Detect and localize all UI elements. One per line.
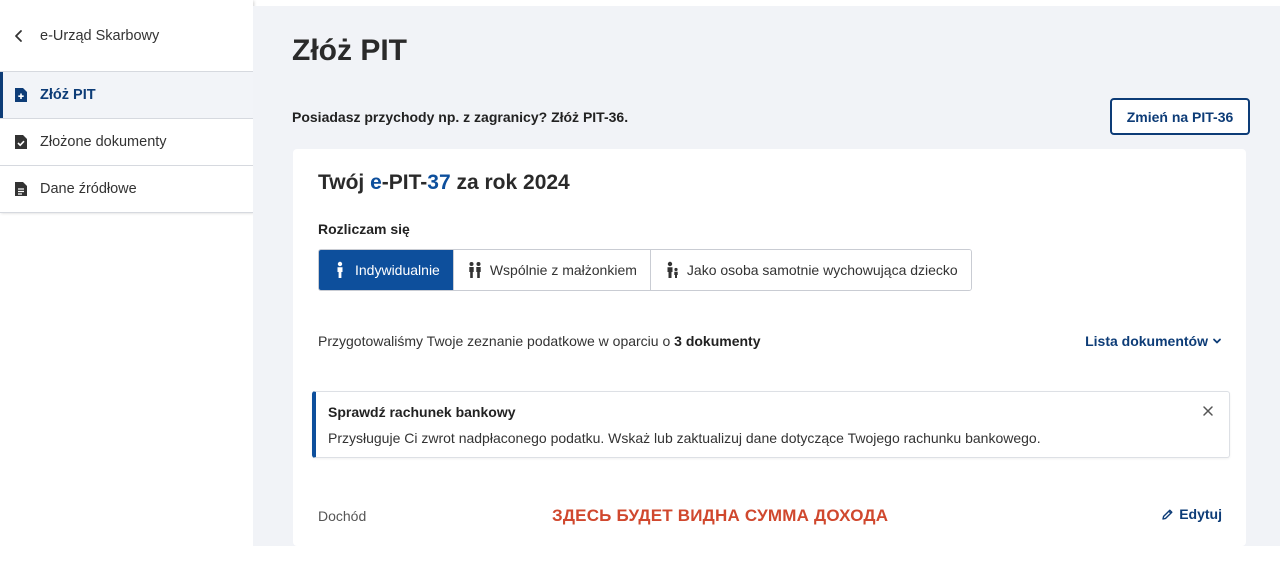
chevron-down-icon (1213, 338, 1221, 344)
pit-card: Twój e-PIT-37 za rok 2024 Rozliczam się … (293, 149, 1246, 546)
option-label: Jako osoba samotnie wychowująca dziecko (686, 262, 958, 278)
foreign-income-text: Posiadasz przychody np. z zagranicy? Złó… (292, 109, 629, 125)
document-list-label: Lista dokumentów (1085, 333, 1208, 349)
close-icon[interactable] (1201, 404, 1215, 418)
income-placeholder-note: ЗДЕСЬ БУДЕТ ВИДНА СУММА ДОХОДА (552, 506, 889, 525)
parent-child-icon (667, 261, 678, 278)
file-text-icon (15, 182, 27, 196)
file-plus-icon (15, 88, 27, 102)
edit-label: Edytuj (1179, 506, 1222, 522)
alert-body: Przysługuje Ci zwrot nadpłaconego podatk… (328, 430, 1041, 446)
sidebar: e-Urząd Skarbowy Złóż PIT Złożone dokume… (0, 0, 253, 213)
option-label: Indywidualnie (355, 262, 440, 278)
edit-income-link[interactable]: Edytuj (1161, 506, 1222, 522)
sidebar-item-zloz-pit[interactable]: Złóż PIT (0, 72, 253, 119)
couple-icon (469, 262, 481, 278)
back-link-label: e-Urząd Skarbowy (40, 27, 160, 44)
page-title: Złóż PIT (292, 34, 407, 67)
pencil-icon (1162, 509, 1173, 520)
card-title: Twój e-PIT-37 za rok 2024 (318, 171, 570, 195)
prepared-count: 3 dokumenty (674, 333, 761, 349)
sidebar-item-label: Złożone dokumenty (40, 134, 167, 150)
option-joint[interactable]: Wspólnie z małżonkiem (453, 250, 651, 290)
bank-account-alert: Sprawdź rachunek bankowy Przysługuje Ci … (312, 391, 1230, 458)
title-number: 37 (427, 171, 451, 194)
settlement-type-selector: Indywidualnie Wspólnie z małżonkiem Jako… (318, 249, 972, 291)
sidebar-item-dane-zrodlowe[interactable]: Dane źródłowe (0, 166, 253, 213)
document-list-toggle[interactable]: Lista dokumentów (1085, 333, 1222, 349)
option-individual[interactable]: Indywidualnie (319, 250, 454, 290)
prepared-info: Przygotowaliśmy Twoje zeznanie podatkowe… (318, 333, 761, 349)
title-mid: -PIT- (381, 171, 428, 194)
title-suffix: za rok 2024 (450, 171, 570, 194)
option-single-parent[interactable]: Jako osoba samotnie wychowująca dziecko (650, 250, 971, 290)
sidebar-item-zlozone-dokumenty[interactable]: Złożone dokumenty (0, 119, 253, 166)
chevron-left-icon (15, 29, 22, 42)
alert-title: Sprawdź rachunek bankowy (328, 404, 516, 420)
title-prefix: Twój (318, 171, 371, 194)
sidebar-item-label: Dane źródłowe (40, 181, 137, 197)
person-icon (337, 261, 343, 278)
prepared-text: Przygotowaliśmy Twoje zeznanie podatkowe… (318, 333, 675, 349)
income-label: Dochód (318, 508, 367, 524)
settlement-label: Rozliczam się (318, 221, 410, 237)
option-label: Wspólnie z małżonkiem (489, 262, 637, 278)
title-e: e (370, 171, 382, 194)
switch-to-pit36-button[interactable]: Zmień na PIT-36 (1110, 98, 1250, 135)
file-check-icon (15, 135, 27, 149)
main-content: Złóż PIT Posiadasz przychody np. z zagra… (253, 6, 1280, 546)
back-link[interactable]: e-Urząd Skarbowy (0, 0, 253, 72)
sidebar-item-label: Złóż PIT (40, 87, 96, 103)
